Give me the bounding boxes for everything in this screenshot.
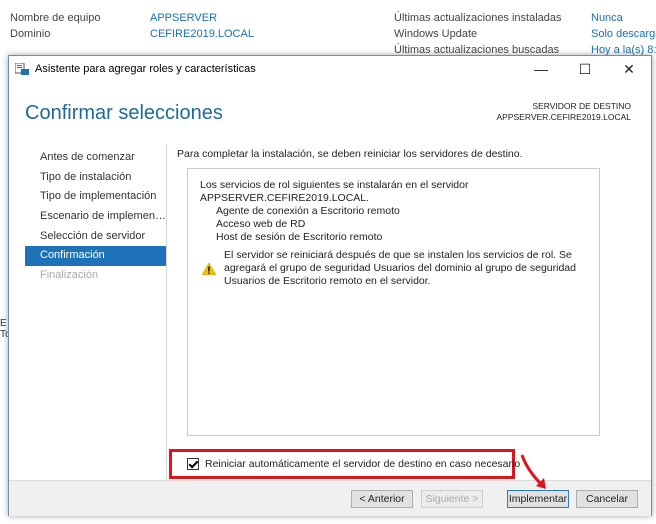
step-confirmacion[interactable]: Confirmación [25,246,167,267]
restart-notice: Para completar la instalación, se deben … [177,148,523,160]
window-title: Asistente para agregar roles y caracterí… [35,63,256,75]
maximize-icon[interactable]: ☐ [563,56,607,82]
server-manager-icon [14,62,29,75]
bg-row: Nombre de equipo [10,12,101,24]
list-item: Host de sesión de Escritorio remoto [216,231,383,243]
destination-label: SERVIDOR DE DESTINO [532,101,631,111]
restart-checkbox-label[interactable]: Reiniciar automáticamente el servidor de… [205,458,520,470]
restart-checkbox[interactable] [187,458,199,470]
add-roles-wizard-dialog: Asistente para agregar roles y caracterí… [8,55,652,516]
step-finalizacion: Finalización [40,269,99,282]
destination-server: SERVIDOR DE DESTINO APPSERVER.CEFIRE2019… [497,101,632,123]
step-tipo-de-instalacion[interactable]: Tipo de instalación [25,168,167,188]
bg-label: Windows Update [394,28,478,40]
bg-value[interactable]: Nunca [591,12,623,24]
step-tipo-de-implementacion[interactable]: Tipo de implementación [25,187,167,207]
selection-summary-box: Los servicios de rol siguientes se insta… [187,168,600,436]
bg-value[interactable]: APPSERVER [150,12,217,24]
bg-row[interactable]: Nunca [591,12,623,24]
warning-icon [201,249,218,288]
red-arrow-annotation [520,454,546,489]
list-item: Agente de conexión a Escritorio remoto [216,205,400,217]
bg-value[interactable]: CEFIRE2019.LOCAL [150,28,254,40]
wizard-steps: Antes de comenzar Tipo de instalación Ti… [25,148,167,286]
minimize-icon[interactable]: — [519,56,563,82]
restart-checkbox-row[interactable]: Reiniciar automáticamente el servidor de… [169,449,520,479]
nav-divider [166,144,167,496]
bg-domain-link[interactable]: CEFIRE2019.LOCAL [150,28,254,40]
bg-value[interactable]: Solo descargar [591,28,656,40]
wizard-footer: < Anterior Siguiente > Implementar Cance… [9,480,651,516]
bg-label: Dominio [10,28,51,40]
summary-lead: Los servicios de rol siguientes se insta… [200,179,469,204]
bg-row: Windows Update [394,28,477,40]
warning-block: El servidor se reiniciará después de que… [200,249,587,288]
title-bar[interactable]: Asistente para agregar roles y caracterí… [9,56,651,82]
previous-button[interactable]: < Anterior [351,490,413,508]
destination-value: APPSERVER.CEFIRE2019.LOCAL [496,112,632,122]
cancel-button[interactable]: Cancelar [576,490,638,508]
bg-row[interactable]: Solo descargar [591,28,656,40]
warning-text: El servidor se reiniciará después de que… [224,249,576,287]
wizard-header: Confirmar selecciones SERVIDOR DE DESTIN… [9,82,651,138]
step-escenario[interactable]: Escenario de implementa... [25,207,167,227]
bg-row: Dominio [10,28,50,40]
close-icon[interactable]: ✕ [607,56,651,82]
main-content: Para completar la instalación, se deben … [177,146,639,436]
page-title: Confirmar selecciones [25,102,223,124]
bg-computer-name-link[interactable]: APPSERVER [150,12,217,24]
bg-label: Últimas actualizaciones instaladas [394,12,562,24]
bg-row: Últimas actualizaciones instaladas [394,12,562,24]
step-antes-de-comenzar[interactable]: Antes de comenzar [25,148,167,168]
next-button: Siguiente > [421,490,483,508]
list-item: Acceso web de RD [216,218,306,230]
bg-label: Nombre de equipo [10,12,101,24]
step-seleccion-servidor[interactable]: Selección de servidor [25,227,167,247]
